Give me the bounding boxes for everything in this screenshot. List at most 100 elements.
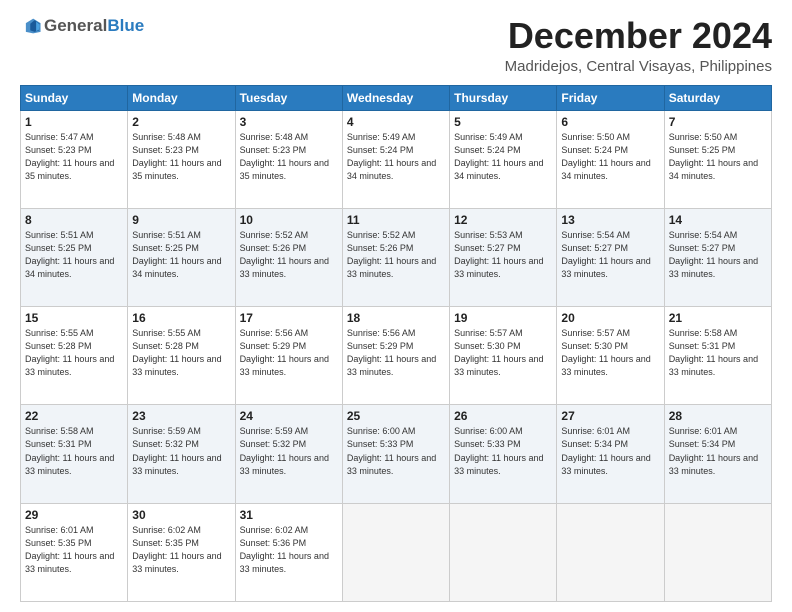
day-info: Sunrise: 6:02 AMSunset: 5:36 PMDaylight:…: [240, 524, 338, 576]
calendar-cell: 4Sunrise: 5:49 AMSunset: 5:24 PMDaylight…: [342, 110, 449, 208]
calendar-cell: 7 Sunrise: 5:50 AMSunset: 5:25 PMDaylight…: [664, 110, 771, 208]
day-info: Sunrise: 5:59 AMSunset: 5:32 PMDaylight:…: [240, 425, 338, 477]
calendar-cell: 11Sunrise: 5:52 AMSunset: 5:26 PMDayligh…: [342, 208, 449, 306]
day-number: 27: [561, 409, 659, 423]
day-number: 31: [240, 508, 338, 522]
day-info: Sunrise: 6:00 AMSunset: 5:33 PMDaylight:…: [454, 425, 552, 477]
day-number: 22: [25, 409, 123, 423]
calendar-week-2: 8 Sunrise: 5:51 AMSunset: 5:25 PMDaylight…: [21, 208, 772, 306]
day-info: Sunrise: 5:51 AMSunset: 5:25 PMDaylight:…: [132, 229, 230, 281]
day-number: 14: [669, 213, 767, 227]
day-info: Sunrise: 5:56 AMSunset: 5:29 PMDaylight:…: [240, 327, 338, 379]
day-info: Sunrise: 5:51 AMSunset: 5:25 PMDaylight:…: [25, 229, 123, 281]
day-number: 24: [240, 409, 338, 423]
day-number: 8: [25, 213, 123, 227]
day-info: Sunrise: 6:02 AMSunset: 5:35 PMDaylight:…: [132, 524, 230, 576]
weekday-header-row: SundayMondayTuesdayWednesdayThursdayFrid…: [21, 85, 772, 110]
day-number: 13: [561, 213, 659, 227]
day-number: 25: [347, 409, 445, 423]
day-number: 15: [25, 311, 123, 325]
day-number: 18: [347, 311, 445, 325]
calendar-cell: 22Sunrise: 5:58 AMSunset: 5:31 PMDayligh…: [21, 405, 128, 503]
calendar-cell: 31 Sunrise: 6:02 AMSunset: 5:36 PMDayligh…: [235, 503, 342, 601]
calendar-cell: 24 Sunrise: 5:59 AMSunset: 5:32 PMDayligh…: [235, 405, 342, 503]
location-title: Madridejos, Central Visayas, Philippines: [505, 58, 772, 75]
calendar-cell: 26 Sunrise: 6:00 AMSunset: 5:33 PMDayligh…: [450, 405, 557, 503]
day-info: Sunrise: 5:55 AMSunset: 5:28 PMDaylight:…: [25, 327, 123, 379]
day-number: 11: [347, 213, 445, 227]
day-number: 12: [454, 213, 552, 227]
day-info: Sunrise: 5:56 AMSunset: 5:29 PMDaylight:…: [347, 327, 445, 379]
title-block: December 2024 Madridejos, Central Visaya…: [505, 16, 772, 75]
day-info: Sunrise: 5:52 AMSunset: 5:26 PMDaylight:…: [240, 229, 338, 281]
header: GeneralBlue December 2024 Madridejos, Ce…: [20, 16, 772, 75]
calendar-cell: 17 Sunrise: 5:56 AMSunset: 5:29 PMDayligh…: [235, 307, 342, 405]
day-number: 6: [561, 115, 659, 129]
calendar-cell: 23 Sunrise: 5:59 AMSunset: 5:32 PMDayligh…: [128, 405, 235, 503]
weekday-header-wednesday: Wednesday: [342, 85, 449, 110]
calendar-cell: 6 Sunrise: 5:50 AMSunset: 5:24 PMDaylight…: [557, 110, 664, 208]
day-info: Sunrise: 5:54 AMSunset: 5:27 PMDaylight:…: [561, 229, 659, 281]
day-number: 20: [561, 311, 659, 325]
calendar-cell: 29 Sunrise: 6:01 AMSunset: 5:35 PMDayligh…: [21, 503, 128, 601]
weekday-header-friday: Friday: [557, 85, 664, 110]
day-number: 19: [454, 311, 552, 325]
calendar-cell: 30 Sunrise: 6:02 AMSunset: 5:35 PMDayligh…: [128, 503, 235, 601]
day-info: Sunrise: 5:50 AMSunset: 5:24 PMDaylight:…: [561, 131, 659, 183]
calendar-cell: 16 Sunrise: 5:55 AMSunset: 5:28 PMDayligh…: [128, 307, 235, 405]
calendar-cell: 20 Sunrise: 5:57 AMSunset: 5:30 PMDayligh…: [557, 307, 664, 405]
calendar-cell: [664, 503, 771, 601]
day-info: Sunrise: 5:48 AMSunset: 5:23 PMDaylight:…: [240, 131, 338, 183]
day-info: Sunrise: 5:58 AMSunset: 5:31 PMDaylight:…: [669, 327, 767, 379]
calendar-week-4: 22Sunrise: 5:58 AMSunset: 5:31 PMDayligh…: [21, 405, 772, 503]
day-info: Sunrise: 6:01 AMSunset: 5:35 PMDaylight:…: [25, 524, 123, 576]
logo-blue-text: Blue: [107, 16, 144, 36]
day-number: 23: [132, 409, 230, 423]
day-number: 7: [669, 115, 767, 129]
calendar-cell: 12Sunrise: 5:53 AMSunset: 5:27 PMDayligh…: [450, 208, 557, 306]
day-info: Sunrise: 5:57 AMSunset: 5:30 PMDaylight:…: [454, 327, 552, 379]
calendar-cell: 19 Sunrise: 5:57 AMSunset: 5:30 PMDayligh…: [450, 307, 557, 405]
day-info: Sunrise: 6:01 AMSunset: 5:34 PMDaylight:…: [669, 425, 767, 477]
day-number: 16: [132, 311, 230, 325]
day-number: 2: [132, 115, 230, 129]
calendar-cell: 8 Sunrise: 5:51 AMSunset: 5:25 PMDaylight…: [21, 208, 128, 306]
calendar-cell: 5Sunrise: 5:49 AMSunset: 5:24 PMDaylight…: [450, 110, 557, 208]
calendar-week-1: 1 Sunrise: 5:47 AMSunset: 5:23 PMDaylight…: [21, 110, 772, 208]
day-info: Sunrise: 5:59 AMSunset: 5:32 PMDaylight:…: [132, 425, 230, 477]
weekday-header-monday: Monday: [128, 85, 235, 110]
generalblue-icon: [20, 17, 42, 35]
day-info: Sunrise: 5:57 AMSunset: 5:30 PMDaylight:…: [561, 327, 659, 379]
weekday-header-thursday: Thursday: [450, 85, 557, 110]
day-info: Sunrise: 5:54 AMSunset: 5:27 PMDaylight:…: [669, 229, 767, 281]
calendar-cell: 15 Sunrise: 5:55 AMSunset: 5:28 PMDayligh…: [21, 307, 128, 405]
weekday-header-saturday: Saturday: [664, 85, 771, 110]
logo: GeneralBlue: [20, 16, 144, 36]
weekday-header-sunday: Sunday: [21, 85, 128, 110]
calendar-table: SundayMondayTuesdayWednesdayThursdayFrid…: [20, 85, 772, 602]
weekday-header-tuesday: Tuesday: [235, 85, 342, 110]
calendar-cell: 10 Sunrise: 5:52 AMSunset: 5:26 PMDayligh…: [235, 208, 342, 306]
day-info: Sunrise: 5:50 AMSunset: 5:25 PMDaylight:…: [669, 131, 767, 183]
day-number: 3: [240, 115, 338, 129]
day-info: Sunrise: 5:55 AMSunset: 5:28 PMDaylight:…: [132, 327, 230, 379]
day-number: 30: [132, 508, 230, 522]
calendar-cell: 14 Sunrise: 5:54 AMSunset: 5:27 PMDayligh…: [664, 208, 771, 306]
day-info: Sunrise: 6:00 AMSunset: 5:33 PMDaylight:…: [347, 425, 445, 477]
day-number: 17: [240, 311, 338, 325]
calendar-cell: 3 Sunrise: 5:48 AMSunset: 5:23 PMDaylight…: [235, 110, 342, 208]
calendar-cell: 1 Sunrise: 5:47 AMSunset: 5:23 PMDaylight…: [21, 110, 128, 208]
day-number: 29: [25, 508, 123, 522]
calendar-cell: 9Sunrise: 5:51 AMSunset: 5:25 PMDaylight…: [128, 208, 235, 306]
calendar-cell: 21Sunrise: 5:58 AMSunset: 5:31 PMDayligh…: [664, 307, 771, 405]
month-title: December 2024: [505, 16, 772, 56]
logo-general-text: General: [44, 16, 107, 36]
calendar-cell: [450, 503, 557, 601]
day-number: 10: [240, 213, 338, 227]
calendar-cell: [342, 503, 449, 601]
day-info: Sunrise: 6:01 AMSunset: 5:34 PMDaylight:…: [561, 425, 659, 477]
day-info: Sunrise: 5:47 AMSunset: 5:23 PMDaylight:…: [25, 131, 123, 183]
day-number: 1: [25, 115, 123, 129]
calendar-week-5: 29 Sunrise: 6:01 AMSunset: 5:35 PMDayligh…: [21, 503, 772, 601]
day-number: 26: [454, 409, 552, 423]
